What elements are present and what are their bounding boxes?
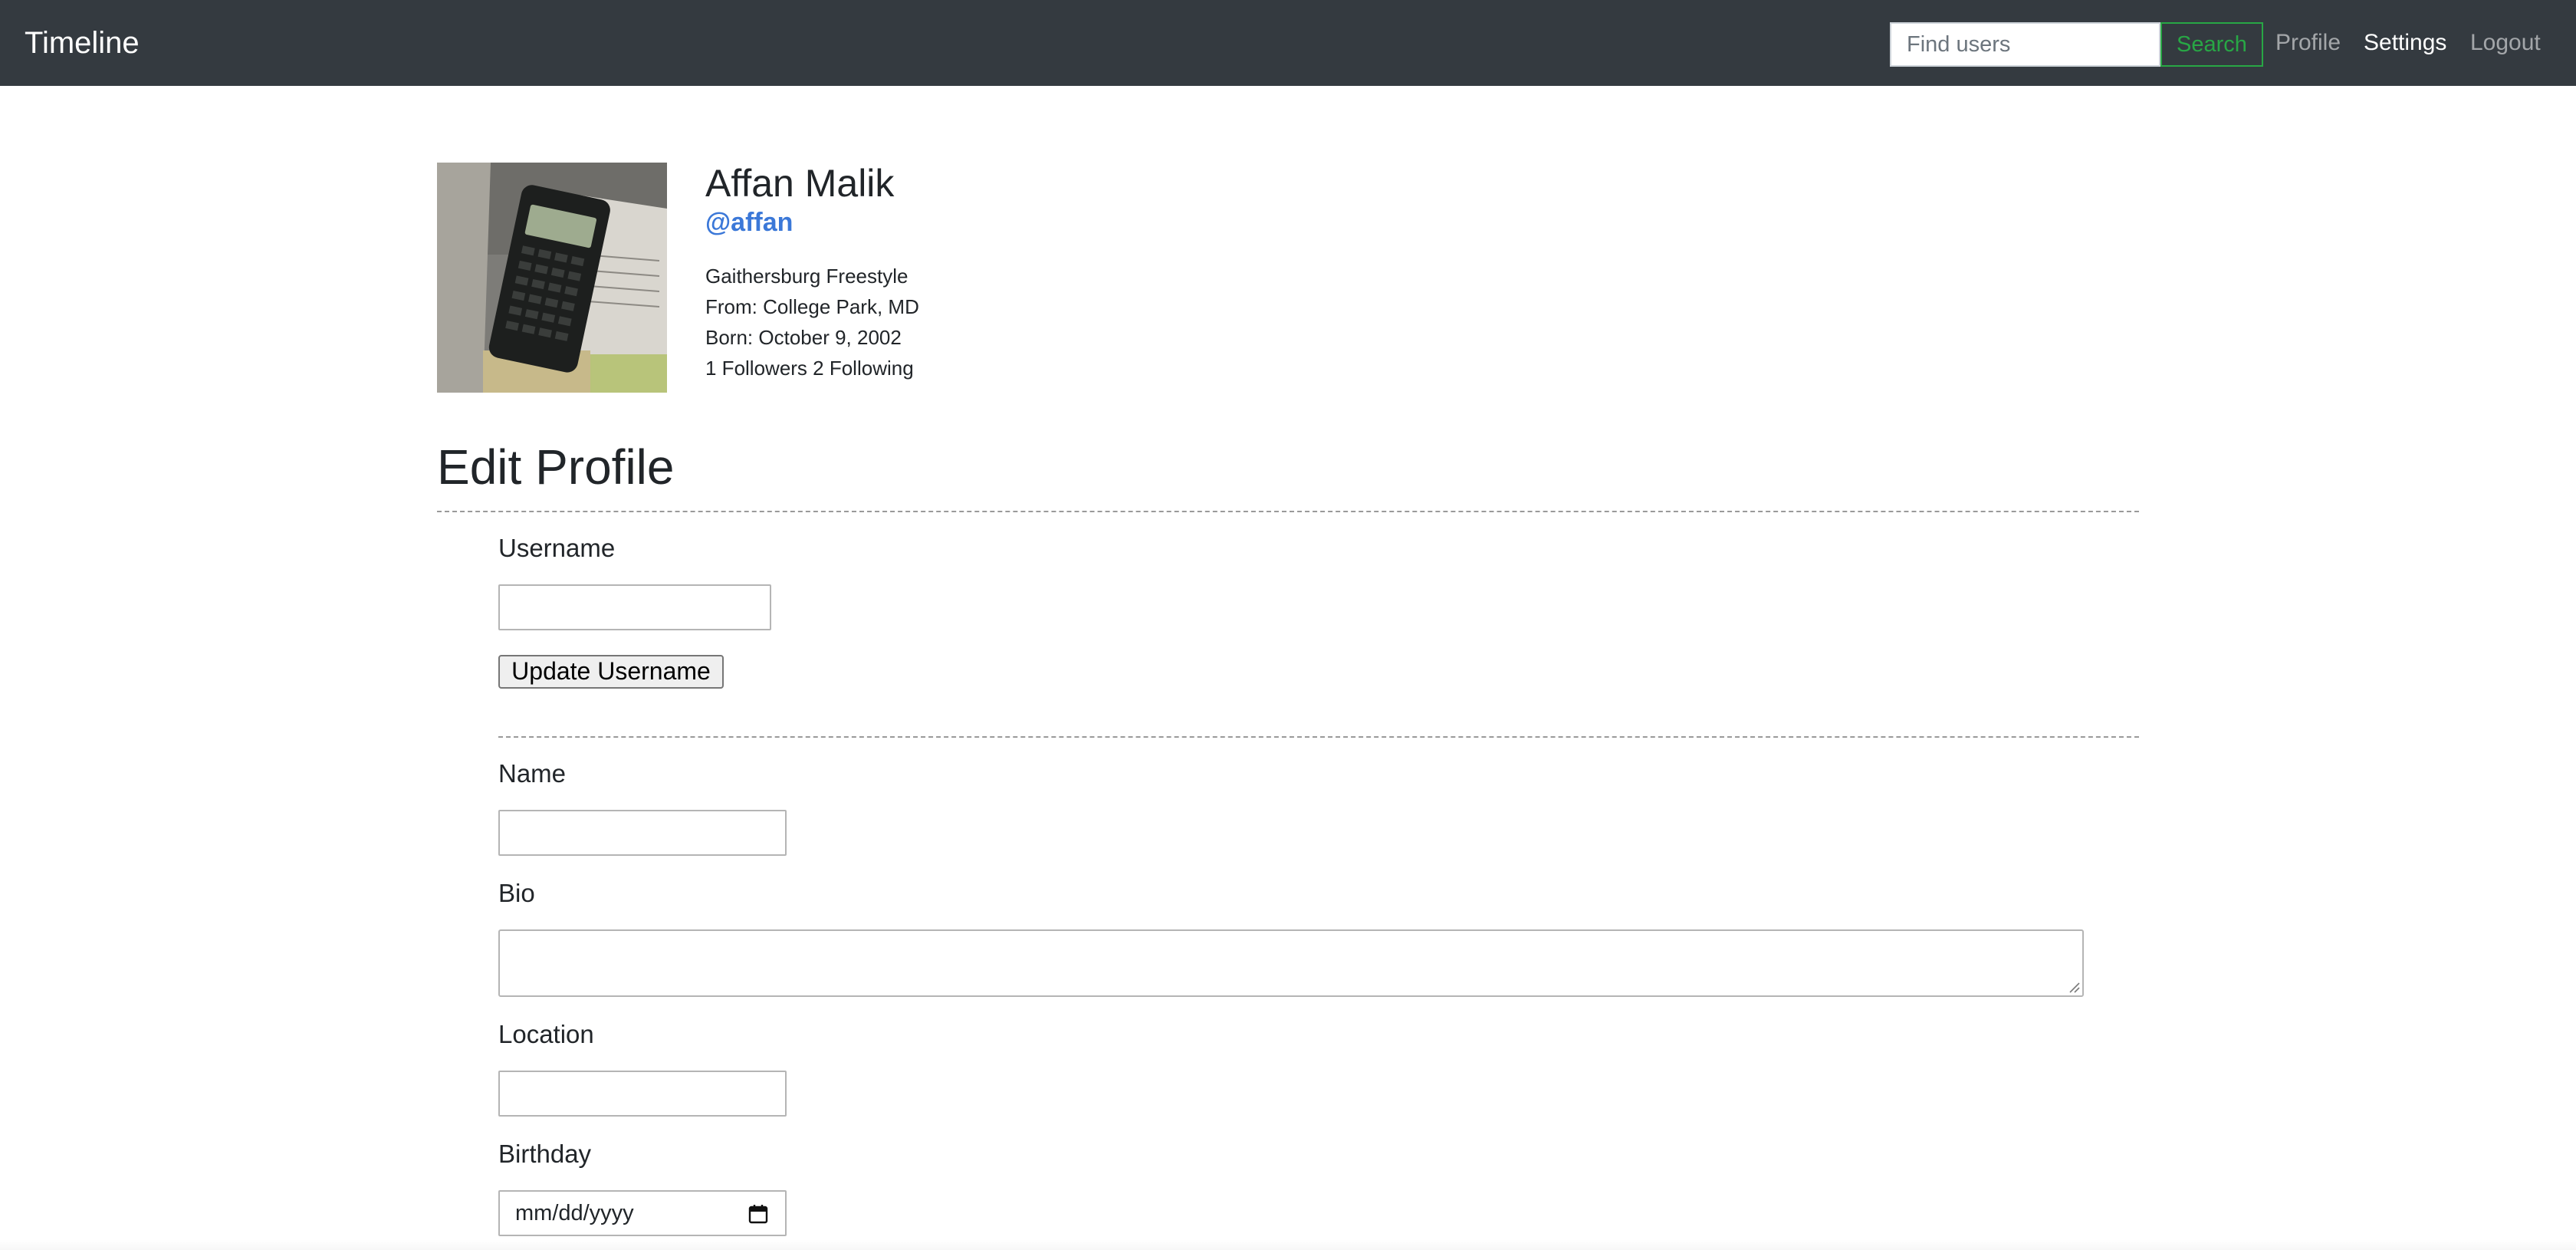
calculator-photo-icon [437,163,667,393]
bio-textarea[interactable] [498,929,2084,997]
nav-link-profile[interactable]: Profile [2275,0,2341,86]
username-field[interactable] [498,584,771,630]
page-bottom-shadow [0,1239,2576,1250]
search-users-input[interactable] [1890,22,2160,67]
location-label: Location [498,1020,594,1048]
search-button[interactable]: Search [2160,22,2263,67]
profile-location: From: College Park, MD [705,295,919,318]
brand-logo[interactable]: Timeline [25,0,140,86]
form-divider [498,736,2139,738]
name-field[interactable] [498,810,787,856]
calendar-icon[interactable] [748,1204,768,1224]
section-divider [437,511,2139,512]
profile-birthday: Born: October 9, 2002 [705,326,902,349]
location-field[interactable] [498,1071,787,1117]
birthday-date-input[interactable]: mm/dd/yyyy [498,1190,787,1236]
top-navbar: Timeline Search Profile Settings Logout [0,0,2576,86]
resize-handle-icon[interactable] [2068,981,2080,993]
profile-name: Affan Malik [705,162,895,205]
avatar [437,163,667,393]
birthday-label: Birthday [498,1140,592,1168]
nav-link-settings[interactable]: Settings [2364,0,2446,86]
birthday-placeholder: mm/dd/yyyy [515,1201,634,1225]
profile-follow-stats: 1 Followers 2 Following [705,357,914,380]
username-label: Username [498,534,616,562]
profile-handle-link[interactable]: @affan [705,208,793,238]
profile-bio: Gaithersburg Freestyle [705,265,909,288]
update-username-button[interactable]: Update Username [498,655,724,689]
nav-link-logout[interactable]: Logout [2470,0,2541,86]
bio-label: Bio [498,879,535,907]
page-title: Edit Profile [437,439,675,495]
name-label: Name [498,759,567,788]
